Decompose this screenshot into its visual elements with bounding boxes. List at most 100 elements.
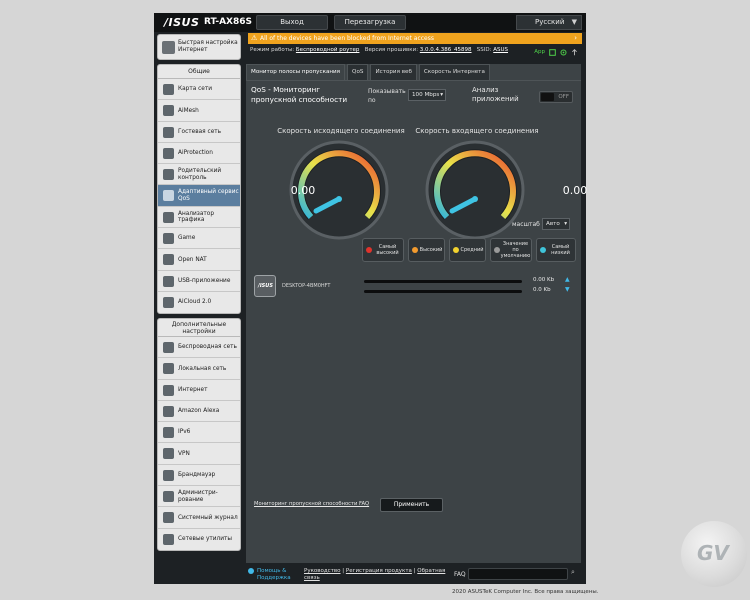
sidebar-item-label: Интернет bbox=[178, 386, 208, 393]
top-bar: /ISUS RT-AX86S Выход Перезагрузка Русски… bbox=[154, 13, 586, 32]
tab-qos[interactable]: QoS bbox=[347, 64, 369, 80]
legend-high: Высокий bbox=[408, 238, 445, 262]
footer-links: Руководство | Регистрация продукта | Обр… bbox=[304, 568, 446, 581]
faq-search-input[interactable] bbox=[468, 568, 568, 580]
sidebar-item-open-nat[interactable]: Open NAT bbox=[158, 249, 240, 271]
sidebar-item-wan[interactable]: Интернет bbox=[158, 380, 240, 401]
tab-bandwidth-monitor[interactable]: Монитор полосы пропускания bbox=[246, 64, 346, 80]
app-analysis-toggle[interactable]: OFF bbox=[539, 91, 573, 103]
quick-internet-setup[interactable]: Быстрая настройка Интернет bbox=[157, 34, 241, 60]
open-nat-icon bbox=[163, 254, 174, 266]
sidebar-item-label: Карта сети bbox=[178, 86, 213, 93]
help-support-link[interactable]: Помощь & Поддержка bbox=[257, 568, 295, 582]
watermark-text: GV bbox=[697, 541, 729, 565]
product-registration-link[interactable]: Регистрация продукта bbox=[346, 568, 412, 574]
sidebar-item-network-map[interactable]: Карта сети bbox=[158, 79, 240, 101]
manual-link[interactable]: Руководство bbox=[304, 568, 341, 574]
firmware-value[interactable]: 3.0.0.4.386_45898 bbox=[420, 47, 472, 53]
app-label[interactable]: App bbox=[534, 46, 545, 58]
mode-value[interactable]: Беспроводной роутер bbox=[296, 47, 360, 53]
ssid-label: SSID: bbox=[476, 47, 492, 53]
sidebar-item-adaptive-qos[interactable]: Адаптивный сервис QoS bbox=[158, 185, 240, 207]
sidebar-item-wireless[interactable]: Беспроводная сеть bbox=[158, 337, 240, 359]
upload-arrow-icon: ▲ bbox=[565, 276, 570, 283]
network-icon[interactable] bbox=[549, 48, 556, 56]
asus-device-icon[interactable]: /ISUS bbox=[254, 275, 276, 297]
sidebar-item-usb-app[interactable]: USB-приложение bbox=[158, 271, 240, 292]
reboot-button[interactable]: Перезагрузка bbox=[334, 15, 406, 30]
download-speed-label: Скорость входящего соединения bbox=[415, 127, 539, 135]
sidebar-item-lan[interactable]: Локальная сеть bbox=[158, 358, 240, 380]
help-icon bbox=[248, 568, 254, 574]
sidebar-item-aiprotection[interactable]: AiProtection bbox=[158, 143, 240, 165]
cloud-icon bbox=[163, 296, 174, 308]
search-icon[interactable]: ⌕ bbox=[571, 568, 581, 580]
app-analysis-label: Анализ приложений bbox=[472, 86, 522, 104]
client-icon[interactable] bbox=[560, 48, 567, 56]
apply-button[interactable]: Применить bbox=[380, 498, 443, 512]
device-upload-rate: 0.00 Kb bbox=[533, 277, 555, 283]
aimesh-icon bbox=[163, 105, 174, 117]
model-name: RT-AX86S bbox=[204, 17, 252, 27]
ssid-value[interactable]: ASUS bbox=[493, 47, 508, 53]
warning-icon: ⚠ bbox=[251, 34, 258, 42]
sidebar-item-firewall[interactable]: Брандмауэр bbox=[158, 465, 240, 487]
gamepad-icon bbox=[163, 233, 174, 245]
logout-button[interactable]: Выход bbox=[256, 15, 328, 30]
scale-select[interactable]: Авто ▾ bbox=[542, 218, 570, 230]
scale-value: Авто bbox=[546, 221, 560, 227]
bandwidth-faq-link[interactable]: Мониторинг пропускной способности FAQ bbox=[254, 501, 369, 507]
legend-dot bbox=[412, 247, 418, 253]
language-select[interactable]: Русский ▼ bbox=[516, 15, 582, 30]
sidebar-item-vpn[interactable]: VPN bbox=[158, 443, 240, 465]
scale-label: масштаб bbox=[512, 221, 540, 228]
sidebar-item-aimesh[interactable]: AiMesh bbox=[158, 100, 240, 122]
sidebar-item-aicloud[interactable]: AiCloud 2.0 bbox=[158, 292, 240, 313]
sidebar-item-label: VPN bbox=[178, 450, 190, 457]
max-speed-value: 100 Mbps bbox=[412, 92, 440, 98]
sidebar-item-label: Гостевая сеть bbox=[178, 128, 222, 135]
sidebar-item-traffic-analyzer[interactable]: Анализатор трафика bbox=[158, 207, 240, 229]
bandwidth-monitor-content: QoS - Мониторинг пропускной способности … bbox=[246, 80, 587, 563]
upload-speed-value: 0.00 bbox=[290, 184, 316, 197]
sidebar-advanced: Дополнительные настройки Беспроводная се… bbox=[157, 318, 241, 551]
sidebar-item-label: IPv6 bbox=[178, 429, 191, 436]
usb-icon[interactable] bbox=[571, 48, 578, 56]
sidebar-item-system-log[interactable]: Системный журнал bbox=[158, 507, 240, 529]
legend-label: Средний bbox=[460, 247, 484, 253]
toggle-state: OFF bbox=[558, 94, 569, 100]
sidebar-item-guest-network[interactable]: Гостевая сеть bbox=[158, 122, 240, 143]
firmware-label: Версия прошивки: bbox=[364, 47, 419, 53]
alert-text: All of the devices have been blocked fro… bbox=[260, 35, 434, 42]
legend-default: Значение по умолчанию bbox=[490, 238, 532, 262]
vpn-icon bbox=[163, 448, 174, 460]
tab-internet-speed[interactable]: Скорость Интернета bbox=[418, 64, 490, 80]
language-value: Русский bbox=[535, 18, 565, 26]
sidebar-item-alexa[interactable]: Amazon Alexa bbox=[158, 401, 240, 423]
sidebar-item-parental-control[interactable]: Родительский контроль bbox=[158, 164, 240, 186]
max-speed-select[interactable]: 100 Mbps ▾ bbox=[408, 89, 446, 101]
sidebar-general: Общие Карта сети AiMesh Гостевая сеть Ai… bbox=[157, 64, 241, 315]
chevron-right-icon[interactable]: › bbox=[574, 33, 577, 44]
legend-label: Самый низкий bbox=[551, 244, 570, 256]
sidebar-item-label: AiProtection bbox=[178, 150, 213, 157]
sidebar-item-network-tools[interactable]: Сетевые утилиты bbox=[158, 529, 240, 550]
legend-dot bbox=[494, 247, 500, 253]
tab-web-history[interactable]: История веб bbox=[370, 64, 417, 80]
alert-banner[interactable]: ⚠ All of the devices have been blocked f… bbox=[248, 33, 582, 44]
sidebar-item-ipv6[interactable]: IPv6 bbox=[158, 422, 240, 444]
chevron-down-icon: ▾ bbox=[564, 221, 567, 227]
page-title: QoS - Мониторинг пропускной способности bbox=[251, 85, 348, 104]
sidebar-item-game[interactable]: Game bbox=[158, 228, 240, 250]
sidebar-item-label: Amazon Alexa bbox=[178, 408, 220, 415]
wizard-icon bbox=[162, 41, 175, 54]
toggle-knob bbox=[541, 93, 554, 101]
legend-highest: Самый высокий bbox=[362, 238, 404, 262]
sidebar-item-label: Open NAT bbox=[178, 256, 207, 263]
mode-label: Режим работы: bbox=[250, 47, 295, 53]
watermark-logo: GV bbox=[681, 521, 747, 587]
show-by-text: Показывать по bbox=[368, 88, 406, 104]
network-map-icon bbox=[163, 84, 174, 95]
sidebar-item-administration[interactable]: Администри-рование bbox=[158, 486, 240, 508]
sidebar-item-label: Адаптивный сервис QoS bbox=[178, 189, 239, 202]
